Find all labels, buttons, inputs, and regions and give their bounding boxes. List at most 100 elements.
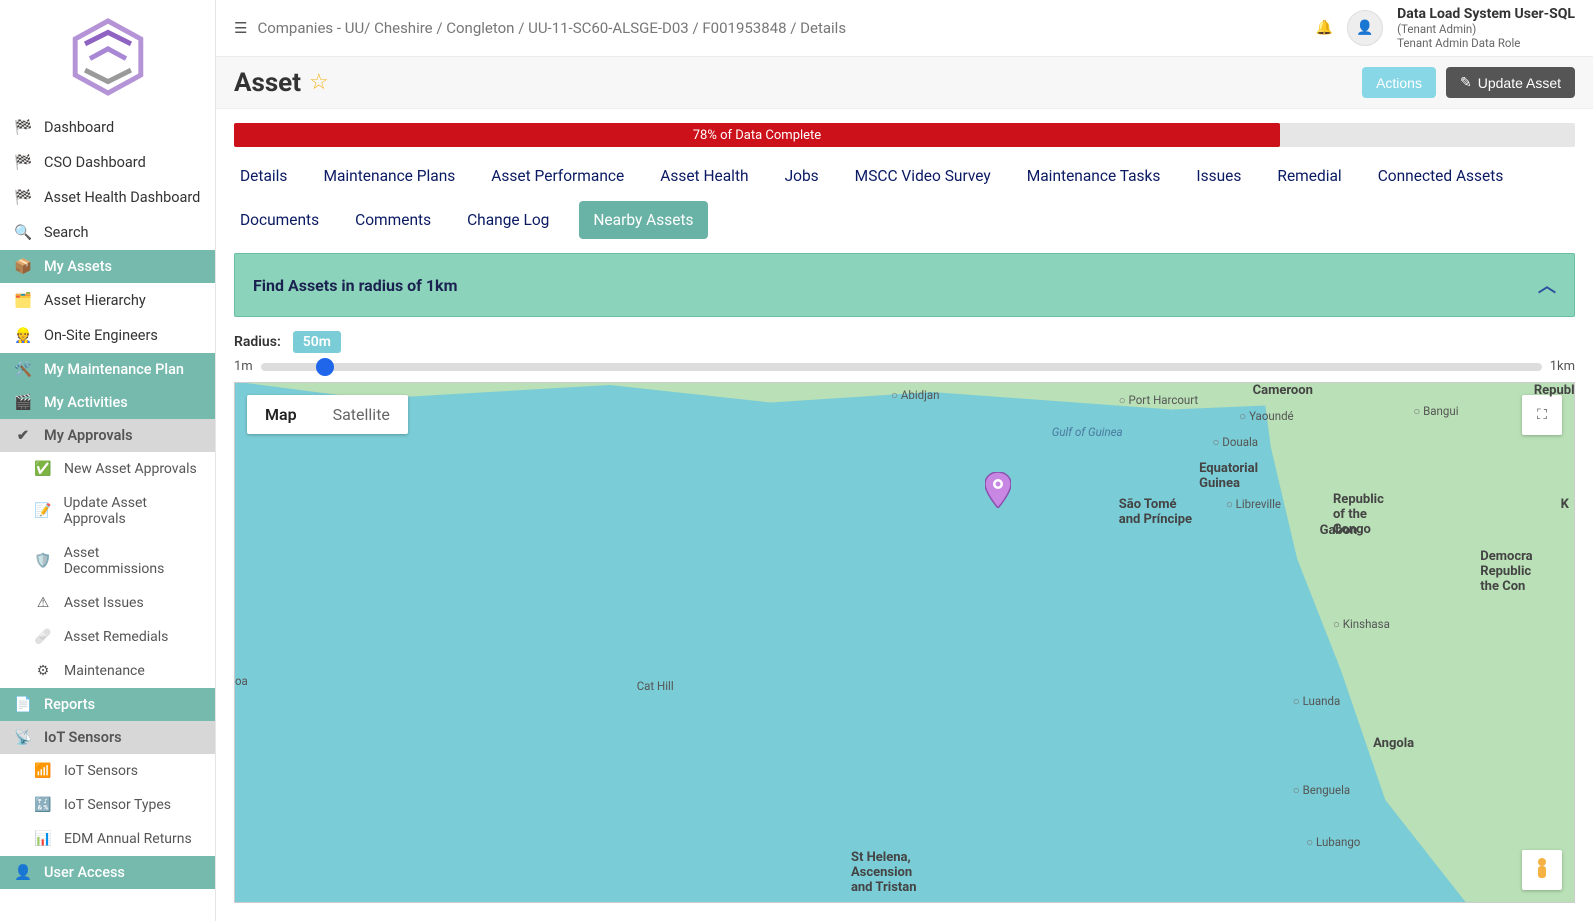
logo — [0, 0, 215, 110]
user-icon: 👤 — [14, 864, 32, 881]
chevron-up-icon[interactable]: ︿ — [1538, 272, 1556, 298]
user-role2: Tenant Admin Data Role — [1397, 36, 1520, 50]
sidebar-item-iot-sensors[interactable]: 📶IoT Sensors — [8, 754, 215, 788]
radius-slider[interactable]: 1m 1km — [216, 359, 1593, 382]
tab-change-log[interactable]: Change Log — [461, 201, 555, 239]
map-type-satellite[interactable]: Satellite — [315, 395, 408, 434]
sidebar-item-onsite-engineers[interactable]: 👷On-Site Engineers — [0, 318, 215, 353]
sensor-icon: 📡 — [14, 729, 32, 746]
map-marker[interactable] — [985, 472, 1011, 508]
tab-asset-health[interactable]: Asset Health — [654, 157, 754, 195]
panel-header[interactable]: Find Assets in radius of 1km ︿ — [234, 253, 1575, 317]
radius-value-badge: 50m — [293, 331, 341, 353]
breadcrumb-text[interactable]: Companies - UU/ Cheshire / Congleton / U… — [257, 19, 846, 37]
map-label-oa: oa — [235, 674, 248, 688]
sidebar-heading-my-activities[interactable]: 🎬My Activities — [0, 386, 215, 419]
gear-icon: ⚙ — [34, 663, 52, 679]
sidebar-item-edm-annual-returns[interactable]: 📊EDM Annual Returns — [8, 822, 215, 856]
sidebar-item-asset-decommissions[interactable]: 🛡️Asset Decommissions — [8, 536, 215, 586]
breadcrumb: ☰ Companies - UU/ Cheshire / Congleton /… — [234, 19, 846, 37]
streetview-pegman[interactable] — [1522, 850, 1562, 890]
tab-issues[interactable]: Issues — [1190, 157, 1247, 195]
hardhat-icon: 👷 — [14, 327, 32, 344]
edit-icon: 📝 — [34, 503, 51, 519]
sidebar-item-asset-issues[interactable]: ⚠Asset Issues — [8, 586, 215, 620]
tab-jobs[interactable]: Jobs — [779, 157, 825, 195]
radius-row: Radius: 50m — [216, 317, 1593, 359]
sidebar-heading-iot-sensors[interactable]: 📡IoT Sensors — [0, 721, 215, 754]
map-label-angola: Angola — [1373, 736, 1414, 751]
sidebar-item-cso-dashboard[interactable]: 🏁CSO Dashboard — [0, 145, 215, 180]
progress-bar: 78% of Data Complete — [216, 109, 1593, 157]
tab-documents[interactable]: Documents — [234, 201, 325, 239]
sidebar-item-asset-remedials[interactable]: 🩹Asset Remedials — [8, 620, 215, 654]
actions-button[interactable]: Actions — [1362, 67, 1436, 98]
tree-icon: 🗂️ — [14, 292, 32, 309]
sidebar-item-search[interactable]: 🔍Search — [0, 215, 215, 250]
map-label-k: K — [1561, 497, 1569, 512]
notifications-icon[interactable]: 🔔 — [1316, 20, 1333, 36]
sidebar-item-dashboard[interactable]: 🏁Dashboard — [0, 110, 215, 145]
user-name: Data Load System User-SQL — [1397, 6, 1575, 22]
sidebar: 🏁Dashboard 🏁CSO Dashboard 🏁Asset Health … — [0, 0, 216, 921]
map-label-port-harcourt: Port Harcourt — [1119, 393, 1198, 407]
user-role1: (Tenant Admin) — [1397, 22, 1476, 36]
returns-icon: 📊 — [34, 831, 52, 847]
activity-icon: 🎬 — [14, 394, 32, 411]
tab-comments[interactable]: Comments — [349, 201, 437, 239]
tab-asset-performance[interactable]: Asset Performance — [485, 157, 630, 195]
tab-maintenance-plans[interactable]: Maintenance Plans — [317, 157, 461, 195]
sidebar-heading-my-assets[interactable]: 📦My Assets — [0, 250, 215, 283]
tab-details[interactable]: Details — [234, 157, 293, 195]
map-label-republic: Republic — [1534, 383, 1575, 398]
map-label-gulf: Gulf of Guinea — [1052, 425, 1123, 439]
main-content: ☰ Companies - UU/ Cheshire / Congleton /… — [216, 0, 1593, 921]
tab-connected-assets[interactable]: Connected Assets — [1372, 157, 1510, 195]
slider-thumb[interactable] — [316, 358, 334, 376]
favorite-star-icon[interactable]: ☆ — [309, 70, 329, 95]
update-asset-button[interactable]: ✎ Update Asset — [1446, 67, 1575, 98]
page-title: Asset — [234, 68, 301, 98]
avatar[interactable]: 👤 — [1347, 10, 1383, 46]
map-label-kinshasa: Kinshasa — [1333, 617, 1390, 631]
tab-maintenance-tasks[interactable]: Maintenance Tasks — [1021, 157, 1167, 195]
map-label-eq-guinea: Equatorial Guinea — [1199, 461, 1258, 491]
map-label-yaounde: Yaoundé — [1239, 409, 1293, 423]
sidebar-item-asset-health-dashboard[interactable]: 🏁Asset Health Dashboard — [0, 180, 215, 215]
map-label-drc: Democra Republic the Con — [1480, 549, 1532, 594]
fullscreen-button[interactable]: ⛶ — [1522, 395, 1562, 435]
map-label-luanda: Luanda — [1293, 694, 1340, 708]
user-info: Data Load System User-SQL (Tenant Admin)… — [1397, 6, 1575, 50]
slider-track[interactable] — [261, 363, 1542, 371]
map[interactable]: Map Satellite ⛶ Gulf of Guinea Abidjan P… — [234, 382, 1575, 903]
sidebar-item-update-asset-approvals[interactable]: 📝Update Asset Approvals — [8, 486, 215, 536]
sidebar-heading-reports[interactable]: 📄Reports — [0, 688, 215, 721]
sidebar-heading-user-access[interactable]: 👤User Access — [0, 856, 215, 889]
remedy-icon: 🩹 — [34, 629, 52, 645]
radius-label: Radius: — [234, 334, 281, 350]
sidebar-item-iot-sensor-types[interactable]: 🔣IoT Sensor Types — [8, 788, 215, 822]
sidebar-item-new-asset-approvals[interactable]: ✅New Asset Approvals — [8, 452, 215, 486]
sidebar-item-maintenance[interactable]: ⚙Maintenance — [8, 654, 215, 688]
map-label-st-helena: St Helena, Ascension and Tristan — [851, 850, 917, 895]
tabs: Details Maintenance Plans Asset Performanc… — [216, 157, 1593, 239]
slider-max: 1km — [1550, 359, 1575, 374]
approve-icon: ✅ — [34, 461, 52, 477]
tab-mscc-video-survey[interactable]: MSCC Video Survey — [849, 157, 997, 195]
panel-title: Find Assets in radius of 1km — [253, 276, 457, 295]
box-icon: 📦 — [14, 258, 32, 275]
wrench-icon: 🛠️ — [14, 361, 32, 378]
shield-icon: 🛡️ — [34, 553, 52, 569]
map-type-map[interactable]: Map — [247, 395, 315, 434]
tab-nearby-assets[interactable]: Nearby Assets — [579, 201, 707, 239]
map-label-abidjan: Abidjan — [891, 388, 939, 402]
tab-remedial[interactable]: Remedial — [1271, 157, 1347, 195]
hamburger-icon[interactable]: ☰ — [234, 19, 247, 37]
topbar: ☰ Companies - UU/ Cheshire / Congleton /… — [216, 0, 1593, 57]
sidebar-item-asset-hierarchy[interactable]: 🗂️Asset Hierarchy — [0, 283, 215, 318]
titlebar: Asset ☆ Actions ✎ Update Asset — [216, 57, 1593, 109]
sidebar-heading-my-approvals[interactable]: ✔My Approvals — [0, 419, 215, 452]
map-label-libreville: Libreville — [1226, 497, 1281, 511]
sidebar-heading-my-maintenance-plan[interactable]: 🛠️My Maintenance Plan — [0, 353, 215, 386]
map-label-roc: Republic of the Congo — [1333, 492, 1384, 537]
